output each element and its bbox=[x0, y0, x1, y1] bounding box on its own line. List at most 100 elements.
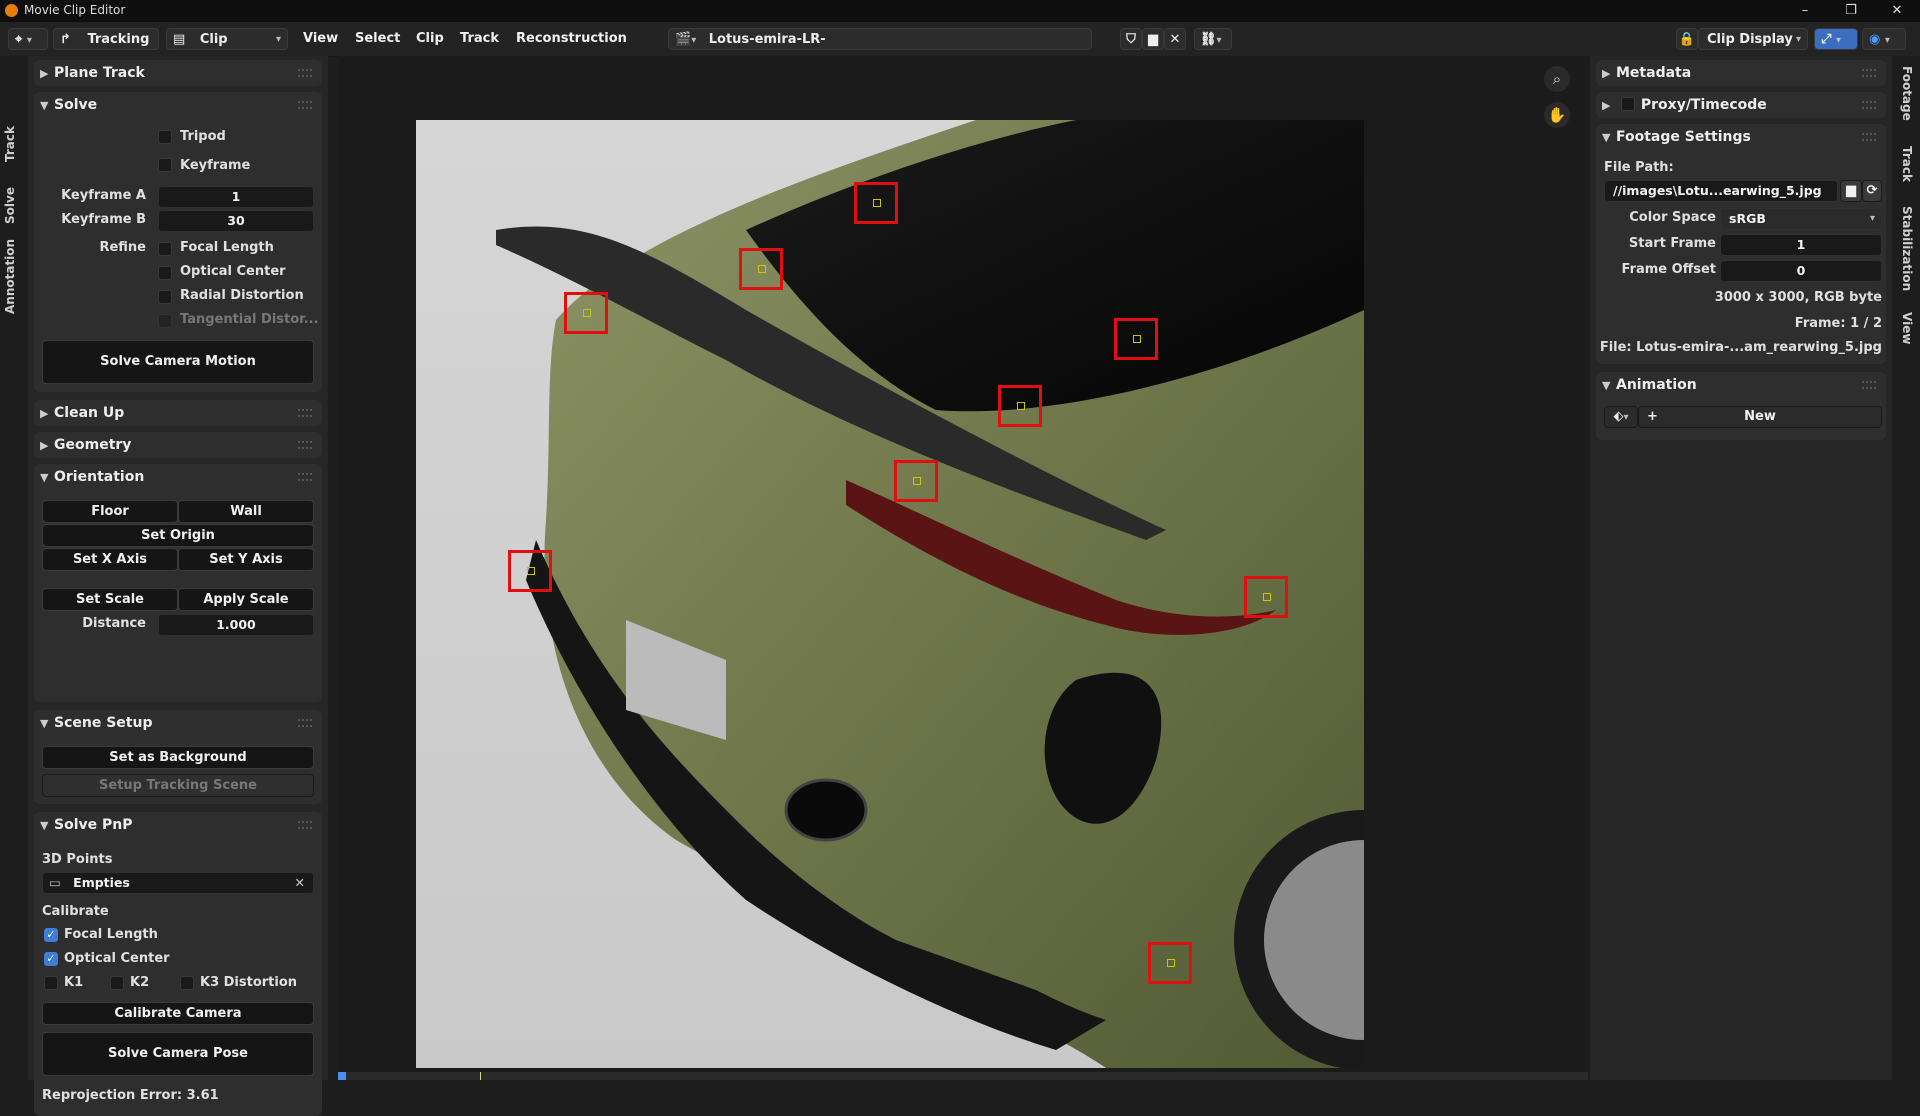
proxy-timecode-panel[interactable]: ▶ Proxy/Timecode bbox=[1596, 92, 1886, 118]
menu-view[interactable]: View bbox=[303, 29, 338, 49]
action-browse-icon[interactable]: ⬖▾ bbox=[1604, 406, 1638, 428]
refine-radial-distortion-checkbox[interactable] bbox=[158, 290, 172, 304]
set-as-background-button[interactable]: Set as Background bbox=[42, 746, 314, 769]
tab-solve[interactable]: Solve bbox=[3, 187, 17, 224]
track-marker[interactable] bbox=[739, 248, 783, 290]
3d-points-field[interactable]: ▭ Empties ✕ bbox=[42, 872, 314, 894]
solve-panel-header[interactable]: ▼ Solve bbox=[40, 92, 97, 118]
fake-user-shield-icon[interactable]: ⛉ bbox=[1120, 28, 1142, 50]
plane-track-panel[interactable]: ▶ Plane Track bbox=[34, 60, 322, 86]
clean-up-panel[interactable]: ▶ Clean Up bbox=[34, 400, 322, 426]
gizmo-toggle[interactable]: ◉ ▾ bbox=[1862, 28, 1906, 50]
proportional-link-dropdown[interactable]: ⛓▾ bbox=[1194, 28, 1232, 50]
frame-offset-field[interactable]: 0 bbox=[1720, 260, 1882, 282]
k2-checkbox[interactable] bbox=[110, 976, 124, 990]
track-marker[interactable] bbox=[1114, 318, 1158, 360]
metadata-panel[interactable]: ▶ Metadata bbox=[1596, 60, 1886, 86]
keyframe-checkbox[interactable] bbox=[158, 158, 172, 172]
clip-display-dropdown[interactable]: Clip Display ▾ bbox=[1698, 28, 1808, 50]
set-x-axis-button[interactable]: Set X Axis bbox=[42, 548, 178, 571]
close-window-button[interactable]: ✕ bbox=[1874, 0, 1920, 22]
calibrate-optical-center-checkbox[interactable]: ✓ bbox=[44, 952, 58, 966]
panel-grip-icon[interactable] bbox=[298, 441, 312, 449]
refine-optical-center-checkbox[interactable] bbox=[158, 266, 172, 280]
panel-grip-icon[interactable] bbox=[298, 473, 312, 481]
k1-checkbox[interactable] bbox=[44, 976, 58, 990]
track-marker[interactable] bbox=[894, 460, 938, 502]
refine-focal-length-checkbox[interactable] bbox=[158, 242, 172, 256]
start-frame-field[interactable]: 1 bbox=[1720, 234, 1882, 256]
solve-pnp-panel-header[interactable]: ▼ Solve PnP bbox=[40, 812, 132, 838]
track-marker[interactable] bbox=[508, 550, 552, 592]
proxy-checkbox[interactable] bbox=[1620, 97, 1635, 111]
wall-button[interactable]: Wall bbox=[178, 500, 314, 523]
panel-grip-icon[interactable] bbox=[1862, 133, 1876, 141]
view-mode-dropdown[interactable]: ▤ Clip ▾ bbox=[166, 28, 288, 50]
orientation-panel: ▼ Orientation Floor Wall Set Origin Set X… bbox=[34, 464, 322, 702]
menu-track[interactable]: Track bbox=[460, 29, 499, 49]
solve-camera-pose-button[interactable]: Solve Camera Pose bbox=[42, 1032, 314, 1076]
panel-grip-icon[interactable] bbox=[1862, 69, 1876, 77]
floor-button[interactable]: Floor bbox=[42, 500, 178, 523]
editor-type-dropdown[interactable]: ⌖ ▾ bbox=[8, 28, 48, 50]
panel-grip-icon[interactable] bbox=[1862, 101, 1876, 109]
keyframe-a-field[interactable]: 1 bbox=[158, 186, 314, 208]
k3-checkbox[interactable] bbox=[180, 976, 194, 990]
panel-grip-icon[interactable] bbox=[1862, 381, 1876, 389]
menu-select[interactable]: Select bbox=[355, 29, 400, 49]
tab-footage[interactable]: Footage bbox=[1900, 66, 1914, 121]
maximize-button[interactable]: ❐ bbox=[1828, 0, 1874, 22]
set-y-axis-button[interactable]: Set Y Axis bbox=[178, 548, 314, 571]
track-marker[interactable] bbox=[1244, 576, 1288, 618]
file-path-field[interactable]: //images\Lotu...earwing_5.jpg bbox=[1604, 180, 1838, 202]
lock-icon[interactable]: 🔒 bbox=[1676, 28, 1698, 50]
timeline-strip[interactable] bbox=[338, 1072, 1588, 1080]
clear-icon[interactable]: ✕ bbox=[295, 873, 305, 893]
orientation-panel-header[interactable]: ▼ Orientation bbox=[40, 464, 144, 490]
new-action-button[interactable]: + New bbox=[1638, 406, 1882, 428]
panel-grip-icon[interactable] bbox=[298, 69, 312, 77]
track-marker[interactable] bbox=[564, 292, 608, 334]
tab-view[interactable]: View bbox=[1900, 312, 1914, 344]
solve-camera-motion-button[interactable]: Solve Camera Motion bbox=[42, 340, 314, 384]
panel-grip-icon[interactable] bbox=[298, 719, 312, 727]
track-marker[interactable] bbox=[998, 385, 1042, 427]
panel-grip-icon[interactable] bbox=[298, 101, 312, 109]
menu-clip[interactable]: Clip bbox=[416, 29, 444, 49]
pan-hand-icon[interactable]: ✋ bbox=[1544, 102, 1570, 128]
set-scale-button[interactable]: Set Scale bbox=[42, 588, 178, 611]
distance-field[interactable]: 1.000 bbox=[158, 614, 314, 636]
panel-grip-icon[interactable] bbox=[298, 821, 312, 829]
tab-track[interactable]: Track bbox=[3, 126, 17, 162]
reload-icon[interactable]: ⟳ bbox=[1862, 180, 1882, 202]
scene-setup-panel-header[interactable]: ▼ Scene Setup bbox=[40, 710, 152, 736]
open-folder-icon[interactable]: ▆ bbox=[1142, 28, 1164, 50]
show-overlays-toggle[interactable]: ⤢ ▾ bbox=[1814, 28, 1858, 50]
current-frame-indicator[interactable] bbox=[338, 1072, 346, 1080]
geometry-panel[interactable]: ▶ Geometry bbox=[34, 432, 322, 458]
color-space-dropdown[interactable]: sRGB ▾ bbox=[1720, 208, 1882, 230]
tab-track-right[interactable]: Track bbox=[1900, 146, 1914, 182]
tripod-checkbox[interactable] bbox=[158, 130, 172, 144]
mode-dropdown[interactable]: ↱ Tracking ▾ bbox=[53, 28, 159, 68]
footage-settings-header[interactable]: ▼ Footage Settings bbox=[1602, 124, 1751, 150]
apply-scale-button[interactable]: Apply Scale bbox=[178, 588, 314, 611]
footage-image[interactable] bbox=[416, 120, 1364, 1068]
clip-viewport[interactable]: ⌕ ✋ bbox=[338, 56, 1588, 1072]
set-origin-button[interactable]: Set Origin bbox=[42, 524, 314, 547]
animation-panel-header[interactable]: ▼ Animation bbox=[1602, 372, 1697, 398]
track-marker[interactable] bbox=[1148, 942, 1192, 984]
menu-reconstruction[interactable]: Reconstruction bbox=[516, 29, 627, 49]
clip-selector[interactable]: 🎬▾ Lotus-emira-LR-52_carbonfiberaeroprog… bbox=[668, 28, 1110, 70]
calibrate-focal-length-checkbox[interactable]: ✓ bbox=[44, 928, 58, 942]
minimize-button[interactable]: – bbox=[1782, 0, 1828, 22]
keyframe-b-field[interactable]: 30 bbox=[158, 210, 314, 232]
tab-annotation[interactable]: Annotation bbox=[3, 239, 17, 314]
unlink-clip-icon[interactable]: ✕ bbox=[1164, 28, 1186, 50]
calibrate-camera-button[interactable]: Calibrate Camera bbox=[42, 1002, 314, 1025]
tab-stabilization[interactable]: Stabilization bbox=[1900, 206, 1914, 291]
panel-grip-icon[interactable] bbox=[298, 409, 312, 417]
track-marker[interactable] bbox=[854, 182, 898, 224]
zoom-icon[interactable]: ⌕ bbox=[1544, 66, 1570, 92]
file-browse-icon[interactable]: ▆ bbox=[1840, 180, 1862, 202]
